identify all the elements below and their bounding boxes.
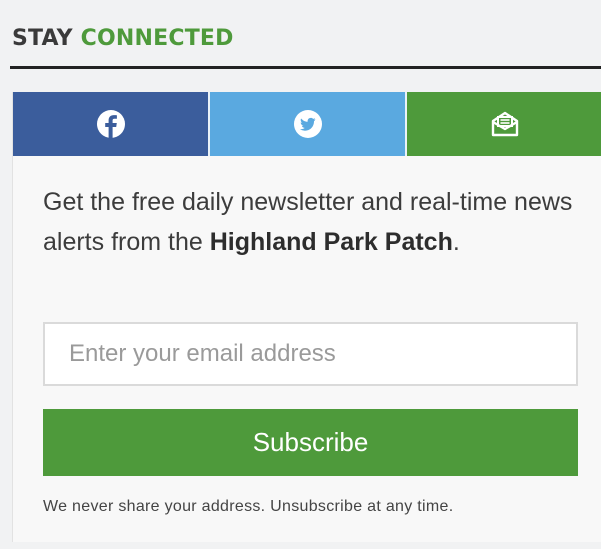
heading-divider (10, 66, 601, 69)
privacy-note: We never share your address. Unsubscribe… (43, 498, 454, 515)
facebook-icon (96, 110, 125, 138)
twitter-button[interactable] (208, 92, 407, 156)
envelope-icon (490, 110, 520, 138)
heading-stay: STAY (12, 26, 81, 51)
patch-name: Highland Park Patch (209, 228, 453, 256)
social-bar (13, 92, 601, 156)
stay-connected-widget: STAY CONNECTED Get the free daily newsle… (0, 0, 601, 549)
twitter-icon (293, 110, 322, 138)
heading-connected: CONNECTED (80, 26, 234, 51)
facebook-button[interactable] (13, 92, 208, 156)
email-share-button[interactable] (407, 92, 601, 156)
description-end: . (452, 228, 460, 256)
email-input[interactable] (43, 322, 578, 386)
newsletter-description: Get the free daily newsletter and real-t… (43, 182, 588, 262)
newsletter-panel: Get the free daily newsletter and real-t… (12, 92, 601, 542)
widget-heading: STAY CONNECTED (12, 26, 234, 51)
subscribe-button[interactable]: Subscribe (43, 409, 578, 476)
